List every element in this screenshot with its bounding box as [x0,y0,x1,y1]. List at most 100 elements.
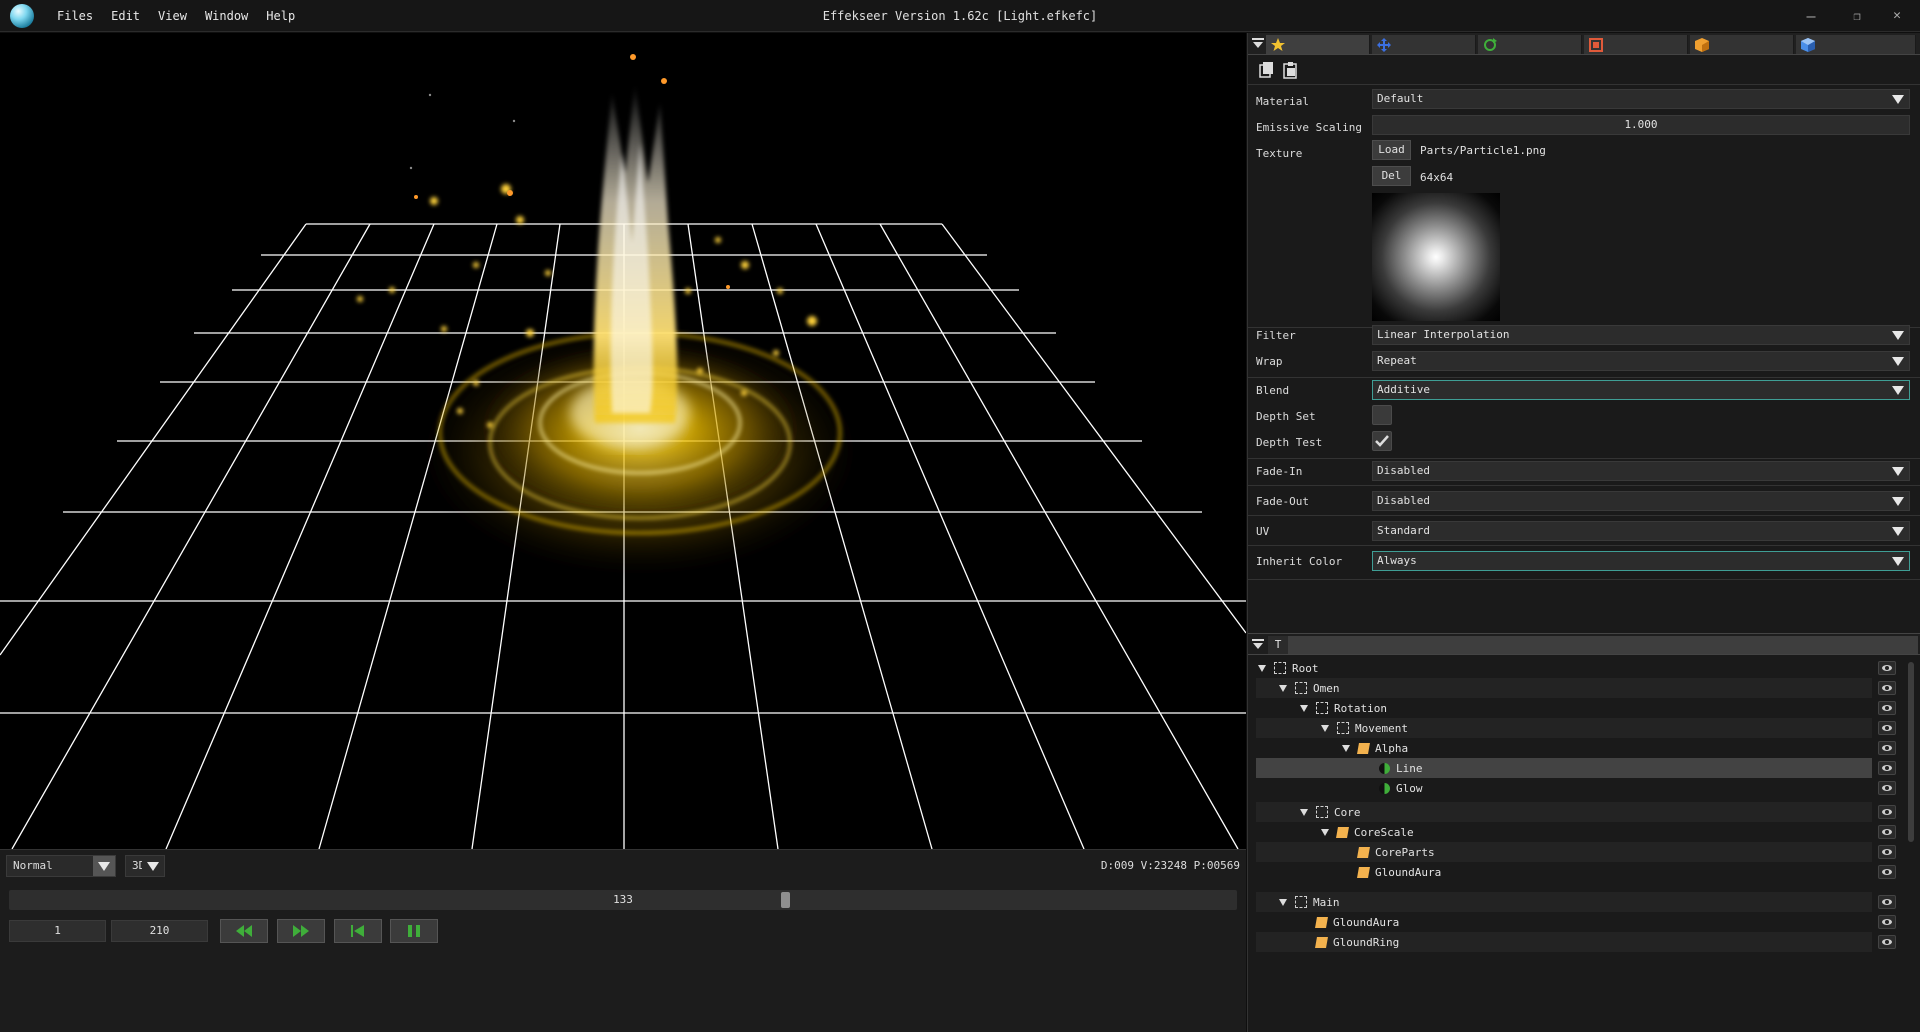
tree-node-rotation[interactable]: Rotation [1256,698,1872,718]
copy-button[interactable] [1258,61,1276,79]
blend-dropdown[interactable]: Additive [1372,380,1910,400]
delete-texture-button[interactable]: Del [1372,166,1411,186]
panel-menu-icon [1252,639,1264,649]
blend-value: Additive [1377,383,1430,396]
visibility-toggle[interactable] [1878,805,1896,819]
tree-node-glow[interactable]: Glow [1256,778,1872,798]
timeline-thumb[interactable] [781,892,790,908]
filter-dropdown[interactable]: Linear Interpolation [1372,325,1910,345]
visibility-toggle[interactable] [1878,781,1896,795]
tree-node-alpha[interactable]: Alpha [1256,738,1872,758]
visibility-toggle[interactable] [1878,741,1896,755]
wrap-dropdown[interactable]: Repeat [1372,351,1910,371]
depth-test-checkbox[interactable] [1372,431,1392,451]
tree-node-coreparts[interactable]: CoreParts [1256,842,1872,862]
tab-renderer[interactable] [1690,35,1794,54]
start-frame-field[interactable]: 1 [9,920,106,942]
paste-button[interactable] [1282,61,1300,79]
tree-scrollbar[interactable] [1908,658,1914,1032]
fast-forward-button[interactable] [277,919,325,943]
visibility-toggle[interactable] [1878,825,1896,839]
tab-model[interactable] [1796,35,1916,54]
tree-node-gloundring[interactable]: GloundRing [1256,932,1872,952]
view-mode-dropdown[interactable]: 3D [125,855,165,877]
expand-arrow-icon[interactable] [1319,722,1331,734]
tree-node-omen[interactable]: Omen [1256,678,1872,698]
effekseer-logo-icon[interactable] [10,4,34,28]
divider [1248,377,1920,378]
tab-rotation[interactable] [1478,35,1582,54]
expand-arrow-icon[interactable] [1298,702,1310,714]
end-frame-field[interactable]: 210 [111,920,208,942]
fade-in-dropdown[interactable]: Disabled [1372,461,1910,481]
material-dropdown[interactable]: Default [1372,89,1910,109]
menu-window[interactable]: Window [196,0,257,32]
render-mode-dropdown[interactable]: Normal [6,855,116,877]
pause-button[interactable] [390,919,438,943]
node-label: Omen [1313,681,1340,695]
visibility-toggle[interactable] [1878,701,1896,715]
tab-scale[interactable] [1584,35,1688,54]
tree-node-movement[interactable]: Movement [1256,718,1872,738]
sprite-node-icon [1357,742,1370,754]
expand-arrow-icon[interactable] [1277,682,1289,694]
menu-edit[interactable]: Edit [102,0,149,32]
uv-dropdown[interactable]: Standard [1372,521,1910,541]
viewport-3d[interactable] [0,33,1246,849]
tree-node-line[interactable]: Line [1256,758,1872,778]
tree-node-gloundaura-main[interactable]: GloundAura [1256,912,1872,932]
rewind-button[interactable] [220,919,268,943]
group-node-icon [1295,682,1307,694]
load-texture-button[interactable]: Load [1372,140,1411,160]
depth-set-checkbox[interactable] [1372,405,1392,425]
texture-size: 64x64 [1420,171,1454,184]
tab-node-tree[interactable]: T [1268,636,1288,654]
tree-node-root[interactable]: Root [1256,658,1872,678]
tree-node-gloundaura[interactable]: GloundAura [1256,862,1872,882]
visibility-toggle[interactable] [1878,915,1896,929]
tab-position[interactable] [1372,35,1476,54]
tree-node-main[interactable]: Main [1256,892,1872,912]
close-button[interactable]: ✕ [1874,0,1920,32]
visibility-toggle[interactable] [1878,661,1896,675]
minimize-button[interactable]: – [1788,0,1834,32]
expand-arrow-icon[interactable] [1340,742,1352,754]
tree-scrollbar-thumb[interactable] [1908,662,1914,842]
timeline-slider[interactable]: 133 [9,890,1237,910]
tab-common[interactable] [1266,35,1370,54]
visibility-toggle[interactable] [1878,761,1896,775]
fast-forward-icon [293,925,309,937]
visibility-toggle[interactable] [1878,845,1896,859]
visibility-toggle[interactable] [1878,865,1896,879]
visibility-toggle[interactable] [1878,895,1896,909]
expand-arrow-icon[interactable] [1319,826,1331,838]
chevron-down-icon [142,856,164,876]
expand-arrow-icon[interactable] [1298,806,1310,818]
tree-node-corescale[interactable]: CoreScale [1256,822,1872,842]
fade-out-dropdown[interactable]: Disabled [1372,491,1910,511]
node-panel-menu-button[interactable] [1252,638,1264,653]
visibility-toggle[interactable] [1878,681,1896,695]
node-label: Alpha [1375,741,1409,755]
chevron-down-icon [1887,552,1909,570]
chevron-down-icon [1887,326,1909,344]
eye-icon [1882,809,1892,815]
divider [1248,515,1920,516]
emissive-scaling-input[interactable]: 1.000 [1372,115,1910,135]
menu-help[interactable]: Help [257,0,304,32]
box-icon [1695,37,1709,52]
tree-node-core[interactable]: Core [1256,802,1872,822]
menu-files[interactable]: Files [48,0,102,32]
expand-arrow-icon[interactable] [1277,896,1289,908]
texture-path: Parts/Particle1.png [1420,144,1546,157]
skip-to-start-button[interactable] [334,919,382,943]
sprite-node-icon [1315,916,1328,928]
inherit-color-dropdown[interactable]: Always [1372,551,1910,571]
menu-view[interactable]: View [149,0,196,32]
visibility-toggle[interactable] [1878,935,1896,949]
expand-arrow-icon[interactable] [1256,662,1268,674]
visibility-toggle[interactable] [1878,721,1896,735]
panel-menu-button[interactable] [1252,37,1264,52]
depth-set-label: Depth Set [1256,410,1316,423]
sprite-node-icon [1336,826,1349,838]
